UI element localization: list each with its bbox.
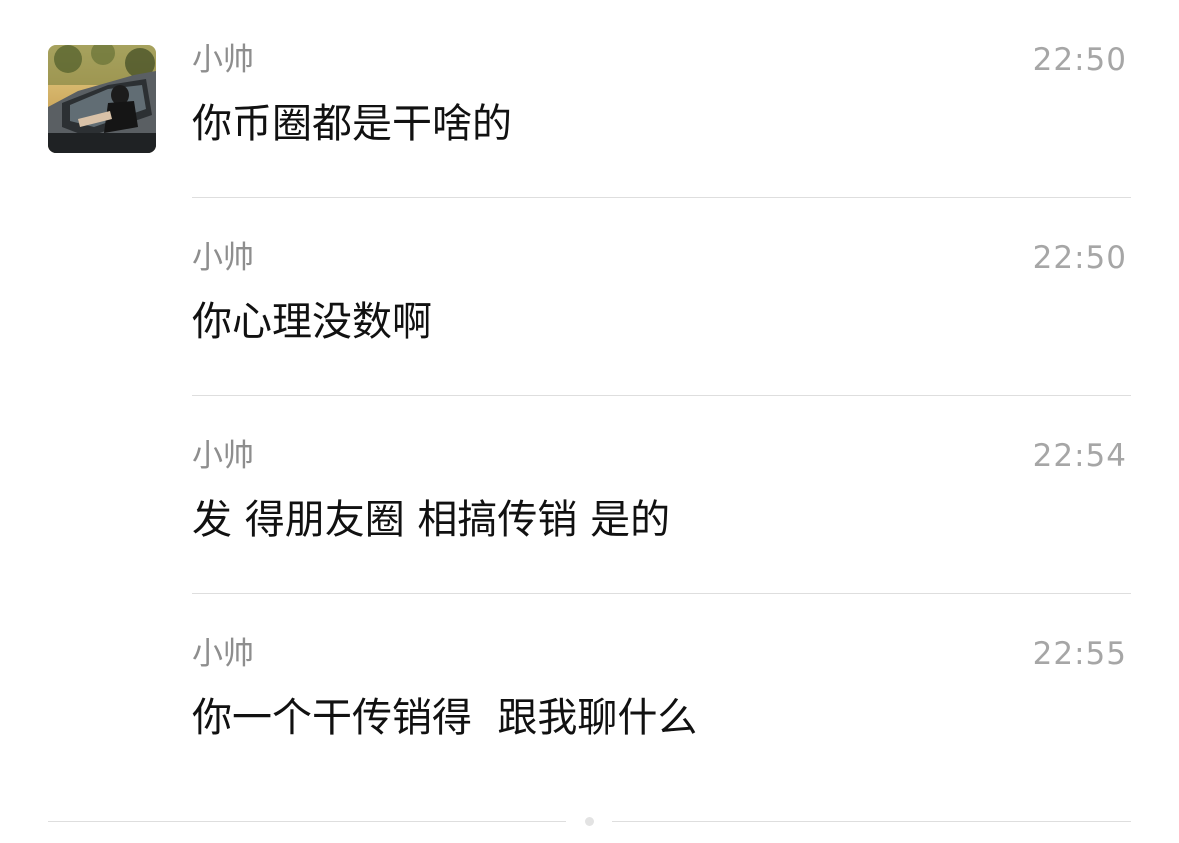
- message-time: 22:54: [1032, 438, 1127, 474]
- message-time: 22:50: [1032, 240, 1127, 276]
- message-divider: [192, 593, 1131, 594]
- footer-divider-left: [48, 821, 566, 822]
- message-text: 发 得朋友圈 相搞传销 是的: [192, 497, 671, 543]
- message-time: 22:50: [1032, 42, 1127, 78]
- footer-divider-right: [612, 821, 1131, 822]
- footer-dot-icon: [585, 817, 594, 826]
- sender-name: 小帅: [192, 42, 254, 78]
- message-text: 你心理没数啊: [192, 299, 432, 345]
- sender-name: 小帅: [192, 636, 254, 672]
- message-divider: [192, 197, 1131, 198]
- message-text: 你一个干传销得 跟我聊什么: [192, 695, 698, 741]
- sender-name: 小帅: [192, 438, 254, 474]
- avatar[interactable]: [48, 45, 156, 153]
- message-time: 22:55: [1032, 636, 1127, 672]
- sender-name: 小帅: [192, 240, 254, 276]
- message-text: 你币圈都是干啥的: [192, 101, 512, 147]
- avatar-photo-icon: [48, 45, 156, 153]
- message-divider: [192, 395, 1131, 396]
